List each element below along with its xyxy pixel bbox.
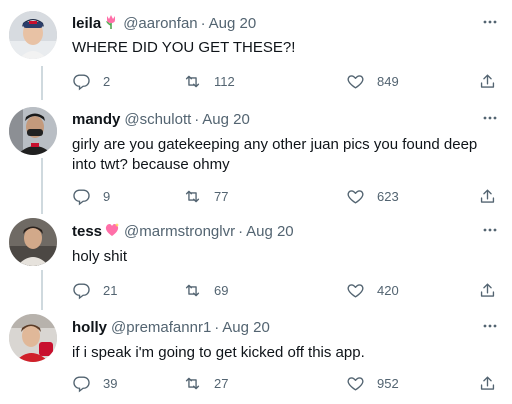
share-button[interactable] [478,71,497,91]
avatar-image [9,11,57,59]
reply-button[interactable]: 21 [72,280,117,300]
like-icon [347,283,364,298]
retweet-icon [185,75,200,87]
avatar-image [9,314,57,362]
like-count: 849 [377,73,399,89]
avatar[interactable] [9,314,57,362]
user-handle[interactable]: @premafannr1 [111,319,211,336]
more-icon[interactable] [480,220,500,240]
tweet-date[interactable]: Aug 20 [222,319,270,336]
separator-dot: · [200,15,206,32]
user-handle[interactable]: @marmstronglvr [124,223,235,240]
like-button[interactable]: 623 [346,186,399,206]
user-handle[interactable]: @aaronfan [123,15,197,32]
tweet-date[interactable]: Aug 20 [246,223,294,240]
display-name[interactable]: leila [72,15,101,32]
separator-dot: · [214,319,220,336]
share-icon [480,188,495,203]
reply-icon [73,73,90,90]
tweet-actions: 2 112 849 [72,71,504,91]
reply-button[interactable]: 2 [72,71,110,91]
tweet-text: WHERE DID YOU GET THESE?! [72,39,296,56]
tweet-header: holly @premafannr1 · Aug 20 [72,318,270,338]
retweet-button[interactable]: 77 [183,186,228,206]
share-button[interactable] [478,186,497,206]
reply-count: 2 [103,73,111,89]
display-name[interactable]: holly [72,319,107,336]
retweet-button[interactable]: 27 [183,373,228,393]
tweet-date[interactable]: Aug 20 [202,111,250,128]
retweet-count: 27 [214,375,229,391]
like-count: 952 [377,375,399,391]
tweet-actions: 9 77 623 [72,186,504,206]
display-name[interactable]: tess [72,223,102,240]
retweet-button[interactable]: 69 [183,280,228,300]
tweet-header: leila @aaronfan · Aug 20 [72,14,256,34]
tweet-text: girly are you gatekeeping any other juan… [72,136,478,173]
tweet-actions: 39 27 952 [72,373,504,393]
tweet-text: holy shit [72,248,128,265]
more-icon[interactable] [480,108,500,128]
avatar[interactable] [9,11,57,59]
like-count: 623 [377,188,399,204]
display-name[interactable]: mandy [72,111,120,128]
reply-icon [73,282,90,299]
share-button[interactable] [478,280,497,300]
reply-icon [73,188,90,205]
reply-button[interactable]: 39 [72,373,117,393]
reply-count: 39 [103,375,118,391]
avatar[interactable] [9,107,57,155]
retweet-icon [185,190,200,202]
like-icon [347,74,364,89]
retweet-count: 77 [214,188,229,204]
retweet-count: 69 [214,282,229,298]
tweet[interactable]: holly @premafannr1 · Aug 20 if i speak i'm … [0,306,512,404]
retweet-button[interactable]: 112 [183,71,235,91]
tweet-date[interactable]: Aug 20 [209,15,257,32]
more-icon[interactable] [480,12,500,32]
like-icon [347,376,364,391]
tweet[interactable]: mandy @schulott · Aug 20 girly are you gate… [0,100,512,210]
tweet-actions: 21 69 420 [72,280,504,300]
like-button[interactable]: 420 [346,280,399,300]
avatar-image [9,107,57,155]
tulip-emoji-icon [106,15,116,29]
more-icon[interactable] [480,316,500,336]
like-button[interactable]: 952 [346,373,399,393]
tweet[interactable]: tess @marmstronglvr · Aug 20 holy shit 21 … [0,210,512,306]
share-icon [480,375,495,390]
like-count: 420 [377,282,399,298]
share-icon [480,73,495,88]
tweet-header: tess @marmstronglvr · Aug 20 [72,222,294,242]
user-handle[interactable]: @schulott [124,111,191,128]
separator-dot: · [238,223,244,240]
share-button[interactable] [478,373,497,393]
retweet-icon [185,377,200,389]
like-button[interactable]: 849 [346,71,399,91]
tweet-header: mandy @schulott · Aug 20 [72,110,250,130]
reply-icon [73,375,90,392]
tweet[interactable]: leila @aaronfan · Aug 20 WHERE DID YOU GET… [0,0,512,100]
retweet-count: 112 [214,73,235,89]
share-icon [480,282,495,297]
retweet-icon [185,284,200,296]
sparkling-heart-emoji-icon [105,223,120,236]
reply-count: 21 [103,282,118,298]
reply-button[interactable]: 9 [72,186,110,206]
avatar-image [9,218,57,266]
reply-count: 9 [103,188,111,204]
separator-dot: · [194,111,200,128]
like-icon [347,189,364,204]
avatar[interactable] [9,218,57,266]
tweet-text: if i speak i'm going to get kicked off t… [72,344,365,361]
